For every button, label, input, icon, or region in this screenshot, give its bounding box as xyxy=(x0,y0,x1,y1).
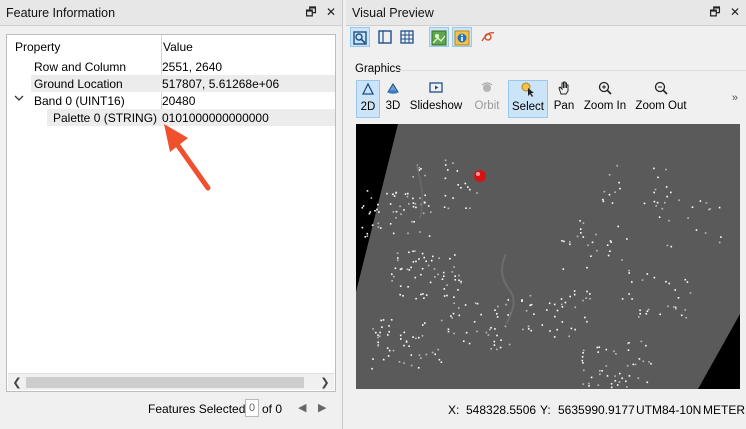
pan-hand-icon xyxy=(552,80,576,100)
zoom-in-button[interactable]: Zoom In xyxy=(582,80,628,118)
feature-information-panel: Feature Information 🗗 ✕ Property Value R… xyxy=(0,0,343,429)
features-selected-label: Features Selected: xyxy=(148,402,249,416)
value-cell: 2551, 2640 xyxy=(162,60,223,74)
tree-header: Property Value xyxy=(7,35,335,57)
single-view-icon[interactable] xyxy=(375,27,395,47)
feature-panel-title-bar: Feature Information 🗗 ✕ xyxy=(0,0,342,26)
raster-image xyxy=(356,124,740,389)
table-view-icon[interactable] xyxy=(397,27,417,47)
close-icon[interactable]: ✕ xyxy=(324,5,338,19)
previous-feature-icon[interactable]: ◀ xyxy=(298,401,306,414)
float-icon[interactable]: 🗗 xyxy=(304,5,318,19)
preview-panel-title-bar: Visual Preview 🗗 ✕ xyxy=(346,0,746,26)
x-label: X: xyxy=(448,403,460,417)
info-view-icon[interactable] xyxy=(452,27,472,47)
view-3d-icon xyxy=(382,80,404,100)
crs-label: UTM84-10N xyxy=(636,403,702,417)
scrollbar-thumb[interactable] xyxy=(26,377,304,388)
y-value: 5635990.9177 xyxy=(558,403,635,417)
property-cell: Ground Location xyxy=(34,77,123,91)
value-cell: 20480 xyxy=(162,94,196,108)
close-icon[interactable]: ✕ xyxy=(728,5,742,19)
visual-preview-panel: Visual Preview 🗗 ✕ Graphics 2D 3D Slides… xyxy=(346,0,746,429)
property-cell: Band 0 (UINT16) xyxy=(34,94,125,108)
y-label: Y: xyxy=(540,403,551,417)
tree-row[interactable]: Ground Location 517807, 5.61268e+06 xyxy=(31,75,335,92)
view-2d-button[interactable]: 2D xyxy=(356,80,380,118)
red-marker-icon[interactable] xyxy=(474,170,486,182)
graphics-group: Graphics 2D 3D Slideshow Orbit Select Pa… xyxy=(350,62,746,392)
features-total: of 0 xyxy=(262,402,283,416)
view-toolbar xyxy=(350,27,550,49)
more-tools-icon[interactable]: » xyxy=(732,92,738,104)
slideshow-button[interactable]: Slideshow xyxy=(408,80,464,118)
view-2d-icon xyxy=(357,81,379,101)
inspect-view-icon[interactable] xyxy=(350,27,370,47)
group-divider xyxy=(396,70,746,71)
map-view[interactable] xyxy=(356,124,740,389)
features-selected-input[interactable]: 0 xyxy=(245,399,259,417)
tree-row[interactable]: Band 0 (UINT16) 20480 xyxy=(7,92,335,109)
chevron-down-icon[interactable] xyxy=(14,93,24,106)
pan-button[interactable]: Pan xyxy=(552,80,576,118)
column-header-value[interactable]: Value xyxy=(163,40,193,54)
orbit-icon xyxy=(470,80,504,100)
view-3d-button[interactable]: 3D xyxy=(382,80,404,118)
float-icon[interactable]: 🗗 xyxy=(708,5,722,19)
property-cell: Palette 0 (STRING) xyxy=(53,111,158,125)
preview-panel-title: Visual Preview xyxy=(352,6,434,20)
zoom-out-button[interactable]: Zoom Out xyxy=(634,80,688,118)
value-cell: 517807, 5.61268e+06 xyxy=(162,77,280,91)
scroll-left-icon[interactable]: ❮ xyxy=(9,376,25,389)
tree-row[interactable]: Row and Column 2551, 2640 xyxy=(7,58,335,75)
property-cell: Row and Column xyxy=(34,60,127,74)
arrow-annotation-icon xyxy=(164,124,211,191)
slideshow-icon xyxy=(408,80,464,100)
feature-panel-title: Feature Information xyxy=(6,6,116,20)
coordinate-bar: X: 548328.5506 Y: 5635990.9177 UTM84-10N… xyxy=(346,397,746,421)
features-selected-bar: Features Selected: 0 of 0 ◀ ▶ xyxy=(0,397,342,421)
horizontal-scrollbar[interactable]: ❮ ❯ xyxy=(8,373,334,390)
column-header-property[interactable]: Property xyxy=(15,40,60,54)
select-button[interactable]: Select xyxy=(508,80,548,118)
x-value: 548328.5506 xyxy=(466,403,537,417)
zoom-in-icon xyxy=(582,80,628,100)
graphics-view-icon[interactable] xyxy=(429,27,449,47)
graphics-toolbar: 2D 3D Slideshow Orbit Select Pan Zoom In… xyxy=(354,80,744,120)
orbit-button[interactable]: Orbit xyxy=(470,80,504,118)
scroll-right-icon[interactable]: ❯ xyxy=(317,376,333,389)
orbit-view-icon[interactable] xyxy=(478,27,498,47)
zoom-out-icon xyxy=(634,80,688,100)
select-cursor-icon xyxy=(509,81,547,101)
graphics-group-label: Graphics xyxy=(355,63,402,75)
property-tree[interactable]: Property Value Row and Column 2551, 2640… xyxy=(6,34,336,392)
unit-label: METER xyxy=(703,403,745,417)
next-feature-icon[interactable]: ▶ xyxy=(318,401,326,414)
